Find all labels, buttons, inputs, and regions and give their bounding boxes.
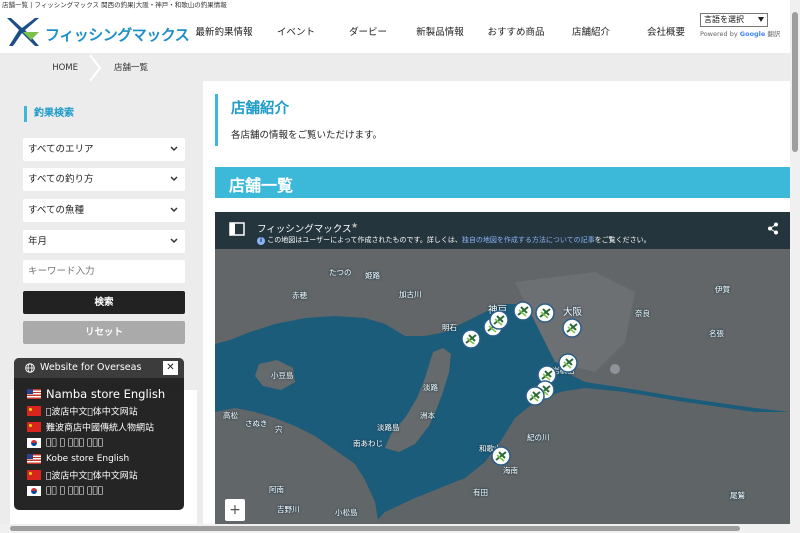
store-marker[interactable] <box>461 329 481 349</box>
nav-derby[interactable]: ダービー <box>332 10 404 53</box>
nav-latest-catch[interactable]: 最新釣果情報 <box>188 10 260 53</box>
store-markers <box>461 301 620 466</box>
sidebar-title: 釣果検索 <box>24 106 74 122</box>
breadcrumb-current: 店舗一覧 <box>114 63 149 73</box>
nav-store-info[interactable]: 店舗紹介 <box>556 10 626 53</box>
powered-by-google: Powered by Google 翻訳 <box>700 30 781 38</box>
overseas-panel-title: Website for Overseas <box>40 362 142 373</box>
overseas-link-kobe-simplified-chinese[interactable]:  波店中文 体中文网站 <box>27 468 138 484</box>
globe-icon <box>25 363 35 373</box>
close-icon[interactable]: ✕ <box>163 361 178 375</box>
chevron-down-icon <box>758 17 764 22</box>
intro-text: 各店舗の情報をご覧いただけます。 <box>231 130 383 141</box>
kr-flag-icon <box>27 438 41 448</box>
fish-select[interactable]: すべての魚種 <box>23 199 185 222</box>
overseas-link-kobe-korean[interactable]:              <box>27 484 103 500</box>
cn-flag-icon <box>27 422 41 432</box>
store-marker[interactable] <box>491 446 511 466</box>
map-title[interactable]: フィッシングマックス <box>257 221 352 235</box>
cn-flag-icon <box>27 470 41 480</box>
nav-company[interactable]: 会社概要 <box>626 10 706 53</box>
main-nav: 最新釣果情報 イベント ダービー 新製品情報 おすすめ商品 店舗紹介 会社概要 <box>188 10 706 53</box>
breadcrumb-arrow-icon <box>90 55 102 81</box>
vertical-scrollbar-thumb[interactable] <box>792 12 798 152</box>
breadcrumb: HOME 店舗一覧 <box>0 55 790 81</box>
catch-search-sidebar: 釣果検索 すべてのエリア すべての釣り方 すべての魚種 年月 検索 リセット <box>10 94 197 364</box>
nav-new-products[interactable]: 新製品情報 <box>404 10 476 53</box>
store-marker[interactable] <box>558 353 578 373</box>
search-button[interactable]: 検索 <box>23 291 185 314</box>
chevron-down-icon <box>170 176 178 182</box>
nav-recommended[interactable]: おすすめ商品 <box>476 10 556 53</box>
overseas-link-namba-simplified-chinese[interactable]:  波店中文 体中文网站 <box>27 404 138 420</box>
us-flag-icon <box>27 454 41 464</box>
site-header: フィッシングマックス 最新釣果情報 イベント ダービー 新製品情報 おすすめ商品… <box>0 10 790 53</box>
store-list-header: 店舗一覧 <box>215 167 790 198</box>
share-icon[interactable] <box>767 222 779 235</box>
method-select[interactable]: すべての釣り方 <box>23 168 185 191</box>
chevron-down-icon <box>170 207 178 213</box>
overseas-link-kobe-english[interactable]: Kobe store English <box>27 452 129 468</box>
chevron-down-icon <box>170 238 178 244</box>
store-map[interactable]: たつの 姫路 赤穂 加古川 明石 神戸 大阪 奈良 伊賀 名張 小豆島 淡路 洲… <box>215 212 790 533</box>
zoom-in-button[interactable]: + <box>225 499 245 521</box>
browser-tab-title: 店舗一覧 | フィッシングマックス 関西の釣果|大阪・神戸・和歌山の釣果情報 <box>0 0 790 10</box>
store-marker[interactable] <box>525 386 545 406</box>
overseas-link-namba-english[interactable]: Namba store English <box>27 387 165 403</box>
store-marker[interactable] <box>489 310 509 330</box>
overseas-link-namba-traditional-chinese[interactable]: 難波商店中國傳統人物網站 <box>27 420 154 436</box>
us-flag-icon <box>27 389 41 399</box>
main-content: 店舗紹介 各店舗の情報をご覧いただけます。 店舗一覧 たつの 姫路 赤穂 加古川… <box>203 81 790 533</box>
map-note-link[interactable]: 独自の地図を作成する方法についての記事 <box>462 236 595 244</box>
logo-mark-icon <box>7 18 39 46</box>
store-list-title: 店舗一覧 <box>229 176 294 195</box>
site-logo[interactable]: フィッシングマックス <box>5 16 190 48</box>
year-month-select[interactable]: 年月 <box>23 230 185 253</box>
star-icon[interactable]: ★ <box>351 221 358 230</box>
reset-button[interactable]: リセット <box>23 321 185 344</box>
language-select[interactable]: 言語を選択 <box>700 13 768 27</box>
map-header-bar: フィッシングマックス ★ i この地図はユーザーによって作成されたものです。詳し… <box>215 212 790 249</box>
store-marker[interactable] <box>513 301 533 321</box>
store-marker[interactable] <box>562 318 582 338</box>
keyword-input[interactable] <box>23 260 185 283</box>
area-select[interactable]: すべてのエリア <box>23 138 185 161</box>
overseas-panel-header: Website for Overseas ✕ <box>14 358 184 378</box>
info-icon: i <box>257 237 265 245</box>
intro-title: 店舗紹介 <box>231 101 289 117</box>
map-note: i この地図はユーザーによって作成されたものです。詳しくは、独自の地図を作成する… <box>257 235 651 245</box>
nav-events[interactable]: イベント <box>260 10 332 53</box>
overseas-website-panel: Website for Overseas ✕ Namba store Engli… <box>14 358 184 510</box>
sidebar-toggle-icon[interactable] <box>229 222 245 236</box>
intro-accent-bar <box>215 94 218 146</box>
horizontal-scrollbar-thumb[interactable] <box>10 526 740 531</box>
logo-text: フィッシングマックス <box>45 26 190 44</box>
store-marker[interactable] <box>535 303 555 323</box>
kr-flag-icon <box>27 486 41 496</box>
cn-flag-icon <box>27 406 41 416</box>
chevron-down-icon <box>170 146 178 152</box>
breadcrumb-home[interactable]: HOME <box>0 55 94 81</box>
overseas-link-namba-korean[interactable]:              <box>27 436 103 452</box>
map-pin-icon[interactable] <box>610 364 620 374</box>
